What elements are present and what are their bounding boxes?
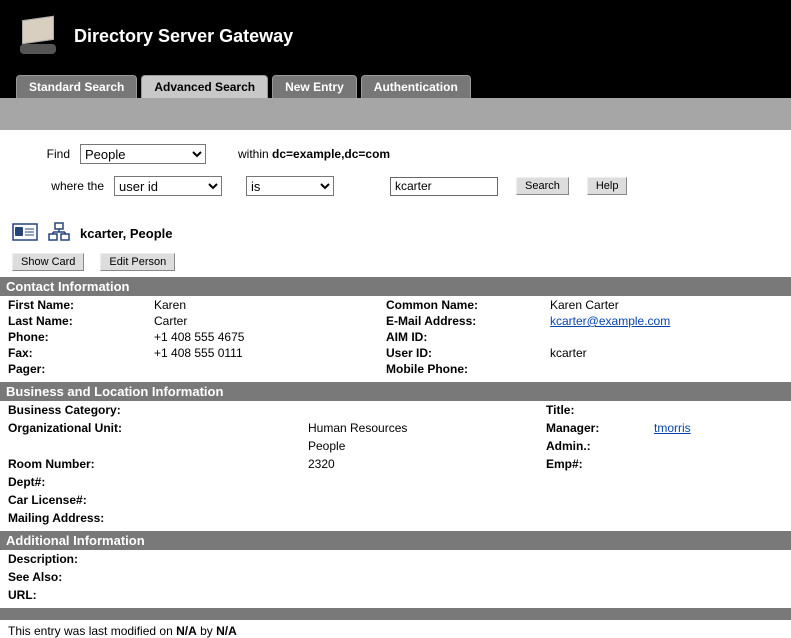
- phone-value: +1 408 555 4675: [154, 330, 386, 344]
- tab-advanced-search[interactable]: Advanced Search: [141, 75, 268, 98]
- aim-value: [550, 330, 783, 344]
- carlicense-label: Car License#:: [8, 493, 308, 507]
- toolbar-separator: [0, 98, 791, 130]
- bizcategory-label: Business Category:: [8, 403, 308, 417]
- result-title: kcarter, People: [80, 226, 173, 241]
- result-header: kcarter, People: [0, 218, 791, 251]
- userid-value: kcarter: [550, 346, 783, 360]
- edit-person-button[interactable]: Edit Person: [100, 253, 175, 271]
- tab-standard-search[interactable]: Standard Search: [16, 75, 137, 98]
- biztitle-label: Title:: [546, 403, 654, 417]
- room-value: 2320: [308, 457, 546, 471]
- search-button[interactable]: Search: [516, 177, 569, 195]
- dept-value: [308, 475, 546, 489]
- within-text: within dc=example,dc=com: [238, 147, 390, 161]
- contact-grid: First Name: Karen Common Name: Karen Car…: [0, 296, 791, 380]
- url-label: URL:: [8, 588, 308, 602]
- carlicense-value: [308, 493, 546, 507]
- search-form: Find People within dc=example,dc=com whe…: [0, 130, 791, 218]
- where-label: where the: [40, 179, 104, 193]
- business-grid: Business Category: Title: Organizational…: [0, 401, 791, 529]
- app-title: Directory Server Gateway: [74, 26, 293, 47]
- vcard-icon[interactable]: [12, 222, 38, 245]
- section-contact-header: Contact Information: [0, 277, 791, 296]
- tab-authentication[interactable]: Authentication: [361, 75, 471, 98]
- seealso-label: See Also:: [8, 570, 308, 584]
- description-label: Description:: [8, 552, 308, 566]
- bizcategory-value: [308, 403, 546, 417]
- fax-label: Fax:: [8, 346, 154, 360]
- biztitle-value: [654, 403, 783, 417]
- mailing-value: [308, 511, 546, 525]
- manager-label: Manager:: [546, 421, 654, 435]
- attribute-select[interactable]: user id: [114, 176, 222, 196]
- app-logo-icon: [16, 14, 60, 58]
- find-type-select[interactable]: People: [80, 144, 206, 164]
- main-tabs: Standard Search Advanced Search New Entr…: [16, 75, 471, 98]
- pager-label: Pager:: [8, 362, 154, 376]
- firstname-label: First Name:: [8, 298, 154, 312]
- commonname-label: Common Name:: [386, 298, 550, 312]
- show-card-button[interactable]: Show Card: [12, 253, 84, 271]
- orgunit-value-1: Human Resources: [308, 421, 546, 435]
- manager-link[interactable]: tmorris: [654, 421, 783, 435]
- footer-modified-text: This entry was last modified on N/A by N…: [0, 620, 791, 638]
- admin-label: Admin.:: [546, 439, 654, 453]
- result-actions: Show Card Edit Person: [0, 251, 791, 275]
- emp-label: Emp#:: [546, 457, 654, 471]
- mobile-label: Mobile Phone:: [386, 362, 550, 376]
- admin-value: [654, 439, 783, 453]
- lastname-value: Carter: [154, 314, 386, 328]
- room-label: Room Number:: [8, 457, 308, 471]
- orgunit-label: Organizational Unit:: [8, 421, 308, 453]
- tab-new-entry[interactable]: New Entry: [272, 75, 357, 98]
- mobile-value: [550, 362, 783, 376]
- additional-grid: Description: See Also: URL:: [0, 550, 791, 606]
- footer-separator: [0, 608, 791, 620]
- email-label: E-Mail Address:: [386, 314, 550, 328]
- fax-value: +1 408 555 0111: [154, 346, 386, 360]
- firstname-value: Karen: [154, 298, 386, 312]
- userid-label: User ID:: [386, 346, 550, 360]
- operator-select[interactable]: is: [246, 176, 334, 196]
- mailing-label: Mailing Address:: [8, 511, 308, 525]
- header: Directory Server Gateway Standard Search…: [0, 0, 791, 98]
- org-chart-icon[interactable]: [48, 222, 70, 245]
- pager-value: [154, 362, 386, 376]
- emp-value: [654, 457, 783, 471]
- email-link[interactable]: kcarter@example.com: [550, 314, 783, 328]
- orgunit-value-2: People: [308, 439, 546, 453]
- section-business-header: Business and Location Information: [0, 382, 791, 401]
- section-additional-header: Additional Information: [0, 531, 791, 550]
- aim-label: AIM ID:: [386, 330, 550, 344]
- lastname-label: Last Name:: [8, 314, 154, 328]
- dept-label: Dept#:: [8, 475, 308, 489]
- help-button[interactable]: Help: [587, 177, 628, 195]
- phone-label: Phone:: [8, 330, 154, 344]
- commonname-value: Karen Carter: [550, 298, 783, 312]
- search-value-input[interactable]: [390, 177, 498, 196]
- find-label: Find: [40, 147, 70, 161]
